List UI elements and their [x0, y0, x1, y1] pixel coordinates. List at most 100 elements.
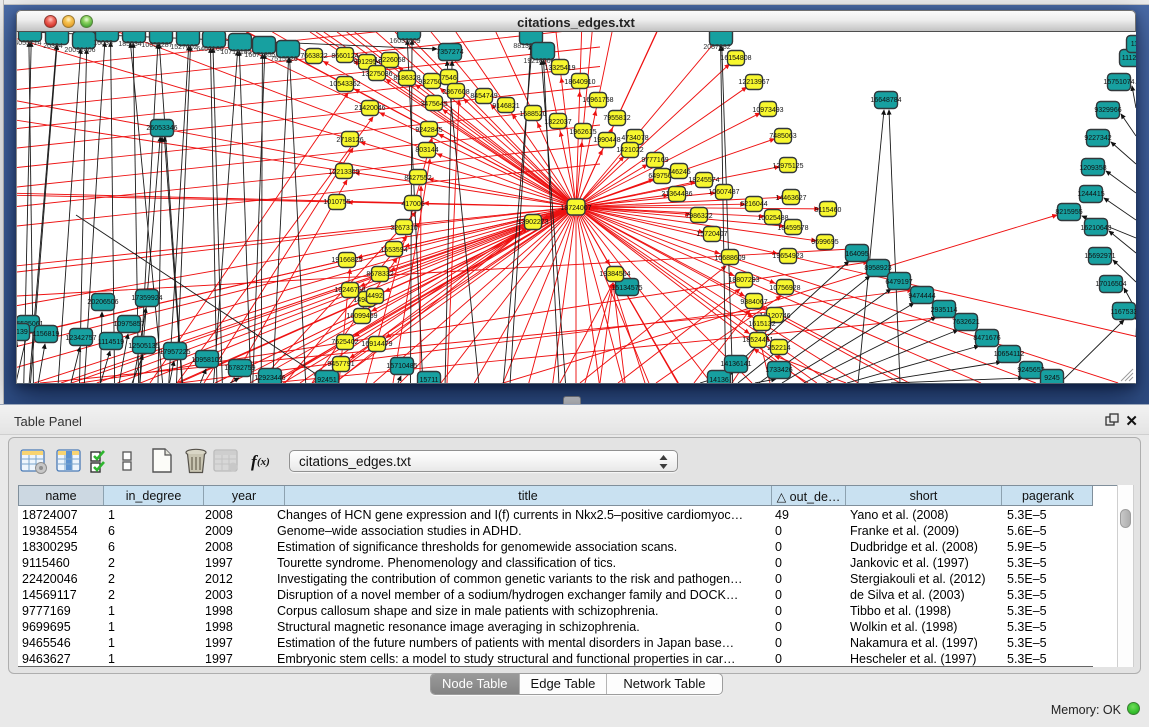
svg-text:1588520: 1588520 [519, 111, 546, 118]
svg-text:13226058: 13226058 [374, 57, 405, 64]
svg-text:8471676: 8471676 [973, 335, 1000, 342]
svg-text:1010755: 1010755 [323, 199, 350, 206]
svg-text:803144: 803144 [415, 147, 438, 154]
svg-text:3267310: 3267310 [390, 225, 417, 232]
svg-text:6216044: 6216044 [740, 201, 767, 208]
svg-text:13275036: 13275036 [361, 71, 392, 78]
svg-text:92451: 92451 [317, 377, 337, 383]
svg-text:7986322: 7986322 [685, 213, 712, 220]
svg-text:2718126: 2718126 [336, 137, 363, 144]
svg-text:(x): (x) [257, 456, 270, 468]
svg-text:18459578: 18459578 [777, 225, 808, 232]
svg-text:1114519: 1114519 [98, 339, 124, 346]
svg-text:12505135: 12505135 [128, 343, 159, 350]
svg-text:1167533: 1167533 [1111, 309, 1136, 316]
svg-text:18724007: 18724007 [560, 205, 591, 212]
svg-text:12923446: 12923446 [254, 375, 285, 382]
svg-text:8454749: 8454749 [470, 93, 497, 100]
svg-text:1209358: 1209358 [1079, 165, 1106, 172]
svg-text:14463627: 14463627 [775, 195, 806, 202]
svg-text:9245: 9245 [1044, 375, 1060, 382]
svg-text:7955812: 7955812 [603, 115, 630, 122]
svg-text:8186328: 8186328 [393, 75, 420, 82]
svg-text:8678332: 8678332 [366, 271, 393, 278]
svg-text:16154808: 16154808 [720, 55, 751, 62]
svg-text:19654923: 19654923 [772, 253, 803, 260]
svg-text:7632621: 7632621 [952, 319, 979, 326]
svg-text:16210643: 16210643 [1080, 225, 1111, 232]
svg-text:17359924: 17359924 [131, 295, 162, 302]
svg-text:16961758: 16961758 [582, 97, 613, 104]
svg-text:1990448: 1990448 [593, 137, 620, 144]
svg-text:12213369: 12213369 [328, 169, 359, 176]
svg-text:164095: 164095 [845, 251, 868, 258]
svg-text:9457791: 9457791 [327, 361, 354, 368]
svg-text:9699695: 9699695 [811, 239, 838, 246]
svg-text:15711: 15711 [420, 377, 439, 383]
svg-text:185534: 185534 [118, 41, 141, 48]
svg-text:10973493: 10973493 [752, 107, 783, 114]
svg-text:10025488: 10025488 [757, 215, 788, 222]
svg-text:3475645: 3475645 [420, 101, 447, 108]
svg-text:9227342: 9227342 [1084, 135, 1111, 142]
svg-text:20394: 20394 [43, 43, 63, 50]
svg-text:1421022: 1421022 [616, 147, 643, 154]
svg-text:417006: 417006 [401, 201, 424, 208]
svg-text:2935114: 2935114 [931, 307, 958, 314]
svg-text:8958923: 8958923 [864, 265, 891, 272]
svg-text:746246: 746246 [667, 169, 690, 176]
svg-text:10688609: 10688609 [714, 255, 745, 262]
svg-text:1244415: 1244415 [1077, 191, 1104, 198]
svg-text:20091406: 20091406 [64, 47, 95, 54]
svg-text:9115460: 9115460 [815, 207, 842, 214]
svg-text:16782759: 16782759 [224, 365, 255, 372]
svg-text:1553594: 1553594 [380, 247, 407, 254]
svg-text:15720407: 15720407 [696, 231, 727, 238]
svg-text:13902273: 13902273 [517, 219, 548, 226]
svg-text:1527602: 1527602 [170, 44, 197, 51]
svg-text:19384554: 19384554 [599, 271, 630, 278]
svg-text:8427552: 8427552 [404, 175, 431, 182]
svg-text:10543362: 10543362 [329, 81, 360, 88]
svg-text:12213967: 12213967 [738, 79, 769, 86]
svg-text:7357274: 7357274 [436, 49, 463, 56]
svg-text:21364436: 21364436 [661, 191, 692, 198]
svg-text:15710485: 15710485 [386, 363, 417, 370]
svg-text:7663822: 7663822 [300, 53, 327, 60]
svg-text:20206506: 20206506 [87, 299, 118, 306]
svg-text:252214: 252214 [767, 345, 790, 352]
svg-text:4492: 4492 [367, 293, 383, 300]
svg-text:10958107: 10958107 [191, 357, 222, 364]
svg-text:11121: 11121 [1122, 55, 1136, 62]
svg-text:15692971: 15692971 [1084, 253, 1115, 260]
svg-text:7546: 7546 [441, 75, 457, 82]
svg-text:18524451: 18524451 [742, 337, 773, 344]
svg-text:1322037: 1322037 [544, 119, 571, 126]
svg-text:13325419: 13325419 [544, 65, 575, 72]
svg-text:1118: 1118 [1131, 41, 1136, 48]
svg-text:7625402: 7625402 [331, 339, 358, 346]
svg-text:9384067: 9384067 [740, 299, 767, 306]
svg-text:2087682: 2087682 [703, 44, 730, 51]
svg-text:7515526: 7515526 [270, 56, 297, 63]
svg-text:2867608: 2867608 [442, 89, 469, 96]
svg-text:16033: 16033 [93, 40, 113, 47]
svg-text:9242845: 9242845 [415, 127, 442, 134]
svg-text:1733426: 1733426 [765, 367, 792, 374]
svg-text:12975125: 12975125 [772, 163, 803, 170]
svg-text:4734078: 4734078 [621, 135, 648, 142]
svg-text:16033809: 16033809 [389, 38, 420, 45]
svg-text:18245574: 18245574 [688, 177, 719, 184]
svg-text:1156819: 1156819 [33, 331, 60, 338]
svg-text:16914479: 16914479 [361, 341, 392, 348]
svg-text:14136: 14136 [709, 377, 729, 383]
svg-text:15134575: 15134575 [611, 285, 642, 292]
svg-text:9777169: 9777169 [641, 157, 668, 164]
svg-text:16648784: 16648784 [870, 97, 901, 104]
svg-text:12342757: 12342757 [65, 335, 96, 342]
svg-text:19166825: 19166825 [331, 257, 362, 264]
svg-text:7485063: 7485063 [769, 133, 796, 140]
svg-text:18640910: 18640910 [564, 79, 595, 86]
svg-text:6479197: 6479197 [885, 279, 912, 286]
svg-text:26053346: 26053346 [146, 125, 177, 132]
